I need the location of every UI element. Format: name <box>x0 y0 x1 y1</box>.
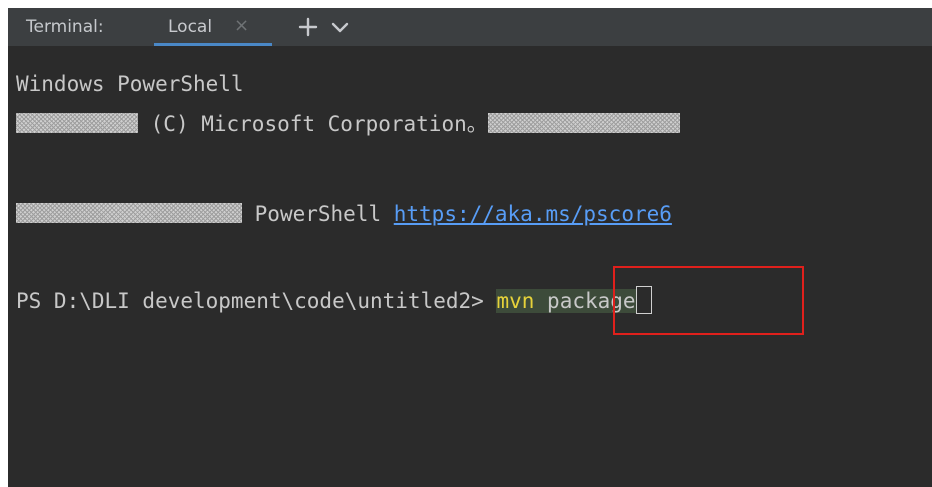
tab-local-label: Local <box>168 17 213 37</box>
output-line-3: PowerShell https://aka.ms/pscore6 <box>16 200 672 228</box>
copyright-text: (C) Microsoft Corporation。 <box>150 112 488 136</box>
redacted-block <box>16 113 138 133</box>
tab-local[interactable]: Local × <box>154 8 272 46</box>
redacted-block <box>487 113 680 133</box>
output-line-2: (C) Microsoft Corporation。 <box>16 110 680 138</box>
prompt-line[interactable]: PS D:\DLI development\code\untitled2> mv… <box>16 286 652 314</box>
close-icon[interactable]: × <box>234 15 249 36</box>
redacted-block <box>16 203 242 223</box>
terminal-window: Terminal: Local × Windows PowerShell (C)… <box>8 8 932 487</box>
pscore-link[interactable]: https://aka.ms/pscore6 <box>394 202 672 226</box>
chevron-down-icon[interactable] <box>328 16 352 38</box>
terminal-tab-bar: Terminal: Local × <box>8 8 932 46</box>
prompt-path: PS D:\DLI development\code\untitled2> <box>16 289 484 313</box>
plus-icon[interactable] <box>296 16 320 38</box>
terminal-title: Terminal: <box>26 17 104 37</box>
output-line-1: Windows PowerShell <box>16 72 244 96</box>
powershell-text: PowerShell <box>254 202 382 226</box>
highlight-box <box>613 266 804 335</box>
command-space <box>534 289 548 313</box>
command-word: mvn <box>496 289 535 313</box>
